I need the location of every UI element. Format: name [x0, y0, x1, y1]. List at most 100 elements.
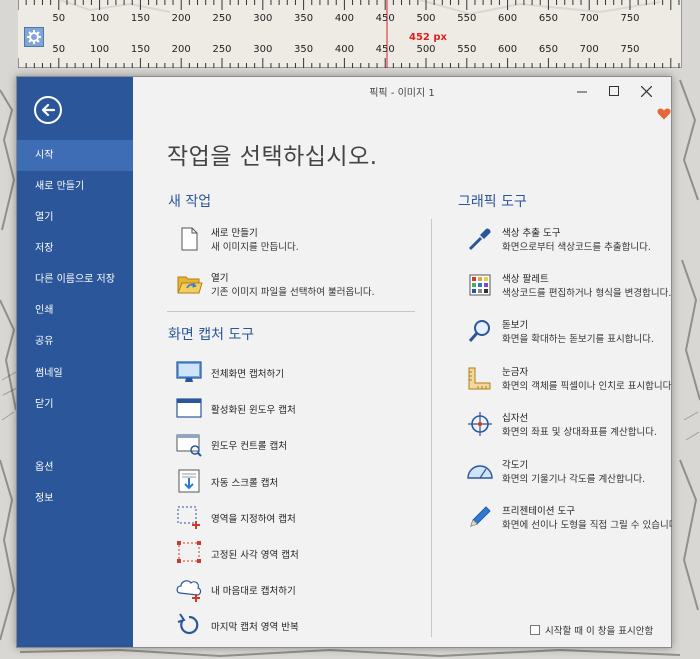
monitor-icon: [176, 361, 202, 382]
repeat-capture-icon: [177, 613, 199, 635]
fixed-region-icon: [177, 541, 201, 563]
sidebar-item-open[interactable]: 열기: [17, 202, 133, 233]
capture-fullscreen-item[interactable]: 전체화면 캡처하기: [175, 358, 415, 390]
magnifier-label: 돋보기: [502, 320, 529, 331]
startup-checkbox-label: 시작할 때 이 창을 표시안함: [545, 626, 654, 637]
sidebar-item-print[interactable]: 인쇄: [17, 295, 133, 326]
blank-page-icon: [181, 227, 198, 251]
back-arrow-icon[interactable]: [34, 96, 62, 124]
capture-repeat-item[interactable]: 마지막 캡처 영역 반복: [175, 611, 415, 643]
new-image-desc: 새 이미지를 만듭니다.: [211, 242, 299, 253]
capture-scroll-item[interactable]: 자동 스크롤 캡처: [175, 467, 415, 499]
sidebar-item-about[interactable]: 정보: [17, 483, 133, 514]
new-image-item[interactable]: 새로 만들기 새 이미지를 만듭니다.: [175, 225, 425, 257]
graphic-tools-heading: 그래픽 도구: [458, 194, 527, 210]
open-folder-icon: [177, 276, 203, 294]
color-picker-desc: 화면으로부터 색상코드를 추출합니다.: [502, 242, 651, 253]
ruler-number-top: 300: [253, 13, 273, 24]
column-divider: [431, 219, 432, 637]
sidebar-item-save-as[interactable]: 다른 이름으로 저장: [17, 264, 133, 295]
dont-show-at-startup[interactable]: 시작할 때 이 창을 표시안함: [530, 623, 653, 637]
capture-tools-heading: 화면 캡처 도구: [168, 327, 255, 343]
freehand-capture-icon: [176, 580, 202, 602]
ruler-number-top: 50: [52, 13, 66, 24]
window-control-icon: [176, 434, 202, 457]
startup-checkbox[interactable]: [530, 625, 540, 635]
capture-region-item[interactable]: 영역을 지정하여 캡처: [175, 503, 415, 535]
crosshair-item[interactable]: 십자선 화면의 좌표 및 상대좌표를 계산합니다.: [466, 410, 672, 442]
scroll-capture-icon: [178, 469, 200, 493]
ruler-number-bottom: 100: [90, 44, 110, 55]
ruler-number-top: 750: [620, 13, 640, 24]
ruler-number-bottom: 300: [253, 44, 273, 55]
presentation-tool-desc: 화면에 선이나 도형을 직접 그릴 수 있습니다.: [502, 520, 672, 531]
maximize-button[interactable]: [601, 80, 627, 102]
ruler-number-top: 650: [538, 13, 558, 24]
sidebar-item-save[interactable]: 저장: [17, 233, 133, 264]
sidebar-item-new[interactable]: 새로 만들기: [17, 171, 133, 202]
gear-icon[interactable]: [24, 27, 44, 47]
capture-region-label: 영역을 지정하여 캡처: [211, 514, 296, 525]
ruler-number-top: 700: [579, 13, 599, 24]
capture-window-control-label: 윈도우 컨트롤 캡처: [211, 441, 287, 452]
pen-icon: [470, 506, 491, 527]
sidebar-item-share[interactable]: 공유: [17, 326, 133, 357]
ruler-number-bottom: 150: [130, 44, 150, 55]
capture-freehand-item[interactable]: 내 마음대로 캡처하기: [175, 575, 415, 607]
capture-active-window-item[interactable]: 활성화된 윈도우 캡처: [175, 394, 415, 426]
ruler-number-bottom: 650: [538, 44, 558, 55]
ruler-number-top: 400: [334, 13, 354, 24]
capture-fixed-region-label: 고정된 사각 영역 캡처: [211, 550, 299, 561]
ruler-number-bottom: 500: [416, 44, 436, 55]
title-bar[interactable]: 픽픽 - 이미지 1: [133, 77, 671, 105]
presentation-tool-item[interactable]: 프리젠테이션 도구 화면에 선이나 도형을 직접 그릴 수 있습니다.: [466, 503, 672, 535]
capture-active-window-label: 활성화된 윈도우 캡처: [211, 405, 296, 416]
color-palette-label: 색상 팔레트: [502, 274, 549, 285]
protractor-desc: 화면의 기울기나 각도를 계산합니다.: [502, 474, 646, 485]
capture-window-control-item[interactable]: 윈도우 컨트롤 캡처: [175, 430, 415, 462]
close-icon: [640, 85, 652, 97]
color-palette-item[interactable]: 색상 팔레트 색상코드를 편집하거나 형식을 변경합니다.: [466, 271, 672, 303]
sidebar-item-thumbnail[interactable]: 썸네일: [17, 358, 133, 389]
open-image-label: 열기: [211, 273, 229, 284]
ruler-number-bottom: 450: [375, 44, 395, 55]
protractor-item[interactable]: 각도기 화면의 기울기나 각도를 계산합니다.: [466, 457, 672, 489]
crosshair-label: 십자선: [502, 413, 529, 424]
screen-ruler[interactable]: 50 100 150 200 250 300 350 400 450 500 550 600 650 70…: [18, 0, 682, 68]
capture-fixed-region-item[interactable]: 고정된 사각 영역 캡처: [175, 539, 415, 571]
ruler-number-bottom: 400: [334, 44, 354, 55]
ruler-tool-label: 눈금자: [502, 367, 529, 378]
capture-scroll-label: 자동 스크롤 캡처: [211, 478, 279, 489]
close-button[interactable]: [633, 80, 659, 102]
color-picker-item[interactable]: 색상 추출 도구 화면으로부터 색상코드를 추출합니다.: [466, 225, 672, 257]
protractor-label: 각도기: [502, 460, 529, 471]
crosshair-icon: [468, 412, 492, 436]
new-task-heading: 새 작업: [168, 194, 212, 210]
crosshair-desc: 화면의 좌표 및 상대좌표를 계산합니다.: [502, 427, 657, 438]
magnifier-item[interactable]: 돋보기 화면을 확대하는 돋보기를 표시합니다.: [466, 317, 672, 349]
ruler-number-bottom: 750: [620, 44, 640, 55]
ruler-number-top: 500: [416, 13, 436, 24]
open-image-item[interactable]: 열기 기존 이미지 파일을 선택하여 불러옵니다.: [175, 270, 425, 302]
ruler-number-top: 200: [171, 13, 191, 24]
sidebar-item-options[interactable]: 옵션: [17, 452, 133, 483]
capture-repeat-label: 마지막 캡처 영역 반복: [211, 622, 299, 633]
eyedropper-icon: [468, 228, 491, 251]
sidebar-item-close[interactable]: 닫기: [17, 389, 133, 420]
heart-icon[interactable]: [657, 107, 671, 121]
ruler-number-top: 150: [130, 13, 150, 24]
color-palette-desc: 색상코드를 편집하거나 형식을 변경합니다.: [502, 288, 672, 299]
sidebar-item-start[interactable]: 시작: [17, 140, 133, 171]
region-capture-icon: [177, 506, 200, 529]
palette-icon: [469, 274, 491, 296]
ruler-number-top: 100: [90, 13, 110, 24]
magnifier-desc: 화면을 확대하는 돋보기를 표시합니다.: [502, 334, 654, 345]
minimize-icon: [577, 91, 587, 93]
color-picker-label: 색상 추출 도구: [502, 228, 561, 239]
ruler-number-bottom: 700: [579, 44, 599, 55]
minimize-button[interactable]: [569, 80, 595, 102]
new-image-label: 새로 만들기: [211, 228, 258, 239]
ruler-number-bottom: 200: [171, 44, 191, 55]
ruler-number-bottom: 600: [498, 44, 518, 55]
ruler-tool-item[interactable]: 눈금자 화면의 객체를 픽셀이나 인치로 표시합니다.: [466, 364, 672, 396]
